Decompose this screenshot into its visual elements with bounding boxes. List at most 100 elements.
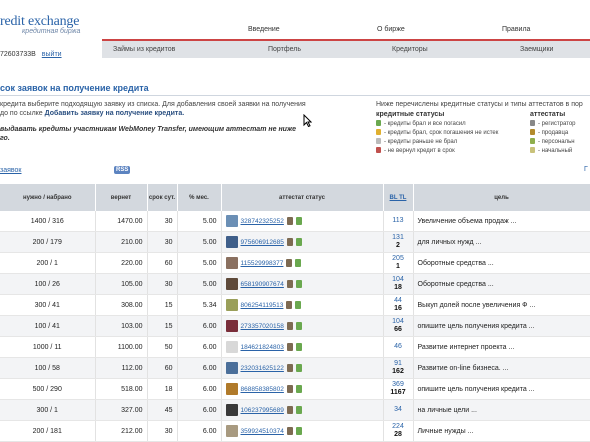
wmid-link[interactable]: 806254119513 bbox=[241, 302, 284, 309]
bl-value[interactable]: 369 bbox=[388, 381, 409, 389]
legend-cert-icon bbox=[530, 120, 535, 126]
wmid-link[interactable]: 868858385802 bbox=[241, 386, 284, 393]
bl-value[interactable]: 34 bbox=[388, 406, 409, 414]
bl-value[interactable]: 104 bbox=[388, 318, 409, 326]
legend-credit-statuses: - кредиты брал и все погасил - кредиты бр… bbox=[376, 120, 498, 156]
avatar[interactable] bbox=[225, 362, 238, 374]
tl-value: 18 bbox=[394, 284, 402, 291]
nav-intro[interactable]: Введение bbox=[248, 26, 280, 33]
avatar[interactable] bbox=[225, 320, 238, 332]
table-row[interactable]: 300 / 41 308.00 15 5.34 806254119513 44 16 Выку… bbox=[0, 294, 590, 316]
credit-status-icon bbox=[295, 259, 302, 267]
legend-cert-label: - начальный bbox=[538, 148, 573, 154]
avatar[interactable] bbox=[225, 383, 238, 395]
intro-text: кредита выберите подходящую заявку из сп… bbox=[0, 101, 330, 118]
requests-list-link[interactable]: заявок bbox=[0, 167, 22, 174]
avatar[interactable] bbox=[225, 425, 238, 437]
cell-need: 100 / 58 bbox=[0, 357, 96, 379]
table-row[interactable]: 300 / 1 327.00 45 6.00 106237995689 34 на личн… bbox=[0, 399, 590, 421]
page-title: сок заявок на получение кредита bbox=[0, 83, 149, 93]
bl-value[interactable]: 113 bbox=[388, 217, 409, 225]
cell-goal: Увеличение объема продаж ... bbox=[413, 211, 590, 232]
col-need[interactable]: нужно / набрано bbox=[0, 184, 96, 211]
rss-button[interactable]: RSS bbox=[114, 166, 131, 174]
legend-credit-statuses-title: кредитные статусы bbox=[376, 111, 445, 118]
legend-certificates: - регистратор - продавца - персональн - нач… bbox=[530, 120, 576, 156]
cell-attestat: 232031625122 bbox=[221, 357, 384, 379]
brand-subtitle: кредитная биржа bbox=[22, 28, 81, 35]
wmid-link[interactable]: 273357020158 bbox=[241, 323, 284, 330]
table-row[interactable]: 100 / 41 103.00 15 6.00 273357020158 104 66 опи… bbox=[0, 315, 590, 337]
bl-value[interactable]: 46 bbox=[388, 343, 409, 351]
credit-status-icon bbox=[295, 217, 302, 225]
attestat-icon bbox=[286, 301, 293, 309]
wmid-link[interactable]: 359924510374 bbox=[241, 428, 284, 435]
table-row[interactable]: 200 / 1 220.00 60 5.00 115529998377 205 1 Оборо… bbox=[0, 252, 590, 274]
cell-goal: Оборотные средства ... bbox=[413, 252, 590, 274]
table-row[interactable]: 200 / 179 210.00 30 5.00 975606912685 131 2 для… bbox=[0, 231, 590, 253]
legend-cert-item: - продавца bbox=[530, 129, 576, 138]
page-link[interactable]: Г bbox=[584, 166, 588, 173]
wmid-link[interactable]: 232031625122 bbox=[241, 365, 284, 372]
col-goal: цель bbox=[413, 184, 590, 211]
user-wmid: 72603733В bbox=[0, 51, 36, 58]
cell-return: 105.00 bbox=[95, 273, 148, 295]
table-row[interactable]: 1000 / 11 1100.00 50 6.00 184621824803 46 Разв… bbox=[0, 336, 590, 358]
bl-value[interactable]: 44 bbox=[388, 297, 409, 305]
avatar[interactable] bbox=[225, 278, 238, 290]
legend-cert-item: - начальный bbox=[530, 147, 576, 156]
bl-value[interactable]: 104 bbox=[388, 276, 409, 284]
wmid-link[interactable]: 115529998377 bbox=[241, 260, 284, 267]
attestat-icon bbox=[286, 406, 293, 414]
credit-status-icon bbox=[295, 406, 302, 414]
add-request-link[interactable]: Добавить заявку на получение кредита. bbox=[45, 110, 185, 117]
wmid-link[interactable]: 328742325252 bbox=[241, 218, 284, 225]
logout-link[interactable]: выйти bbox=[42, 51, 62, 58]
table-row[interactable]: 200 / 181 212.00 30 6.00 359924510374 224 28 Ли… bbox=[0, 420, 590, 442]
avatar[interactable] bbox=[225, 236, 238, 248]
intro-line-2: до по ссылке bbox=[0, 109, 45, 117]
nav-about[interactable]: О бирже bbox=[377, 26, 405, 33]
tl-value: 162 bbox=[392, 368, 404, 375]
legend-status-icon bbox=[376, 138, 381, 144]
cell-bl-tl: 205 1 bbox=[383, 252, 414, 274]
cell-percent: 6.00 bbox=[177, 315, 222, 337]
table-row[interactable]: 100 / 58 112.00 60 6.00 232031625122 91 162 Раз… bbox=[0, 357, 590, 379]
table-row[interactable]: 500 / 290 518.00 18 6.00 868858385802 369 1167… bbox=[0, 378, 590, 400]
cell-term: 60 bbox=[147, 252, 178, 274]
tl-value: 16 bbox=[394, 305, 402, 312]
nav-rules[interactable]: Правила bbox=[502, 26, 530, 33]
subnav-loans[interactable]: Займы из кредитов bbox=[113, 46, 175, 53]
legend-status-label: - кредиты брал, срок погашения не истек bbox=[384, 130, 499, 136]
col-bl-tl[interactable]: BL TL bbox=[383, 184, 414, 211]
col-return[interactable]: вернет bbox=[95, 184, 148, 211]
avatar[interactable] bbox=[225, 257, 238, 269]
col-bl-tl-label: BL TL bbox=[389, 194, 407, 201]
subnav-borrowers[interactable]: Заемщики bbox=[520, 46, 553, 53]
avatar[interactable] bbox=[225, 404, 238, 416]
wmid-link[interactable]: 975606912685 bbox=[241, 239, 284, 246]
credit-status-icon bbox=[295, 385, 302, 393]
avatar[interactable] bbox=[225, 341, 238, 353]
subnav-creditors[interactable]: Кредиторы bbox=[392, 46, 428, 53]
site-logo[interactable]: redit exchange кредитная биржа bbox=[0, 14, 80, 35]
bl-value[interactable]: 91 bbox=[388, 360, 409, 368]
cell-goal: Оборотные средства ... bbox=[413, 273, 590, 295]
table-row[interactable]: 1400 / 316 1470.00 30 5.00 328742325252 113 Ув… bbox=[0, 211, 590, 232]
wmid-link[interactable]: 106237995689 bbox=[241, 407, 284, 414]
subnav-portfolio[interactable]: Портфель bbox=[268, 46, 301, 53]
wmid-link[interactable]: 658190907674 bbox=[241, 281, 284, 288]
avatar[interactable] bbox=[225, 215, 238, 227]
cell-goal: опишите цель получения кредита ... bbox=[413, 315, 590, 337]
table-row[interactable]: 100 / 26 105.00 30 5.00 658190907674 104 18 Обо… bbox=[0, 273, 590, 295]
wmid-link[interactable]: 184621824803 bbox=[241, 344, 284, 351]
cell-term: 18 bbox=[147, 378, 178, 400]
col-percent[interactable]: % мес. bbox=[177, 184, 222, 211]
cell-return: 212.00 bbox=[95, 420, 148, 442]
bl-value[interactable]: 205 bbox=[388, 255, 409, 263]
bl-value[interactable]: 131 bbox=[388, 234, 409, 242]
bl-value[interactable]: 224 bbox=[388, 423, 409, 431]
avatar[interactable] bbox=[225, 299, 238, 311]
col-term[interactable]: срок сут. bbox=[147, 184, 178, 211]
cell-attestat: 359924510374 bbox=[221, 420, 384, 442]
